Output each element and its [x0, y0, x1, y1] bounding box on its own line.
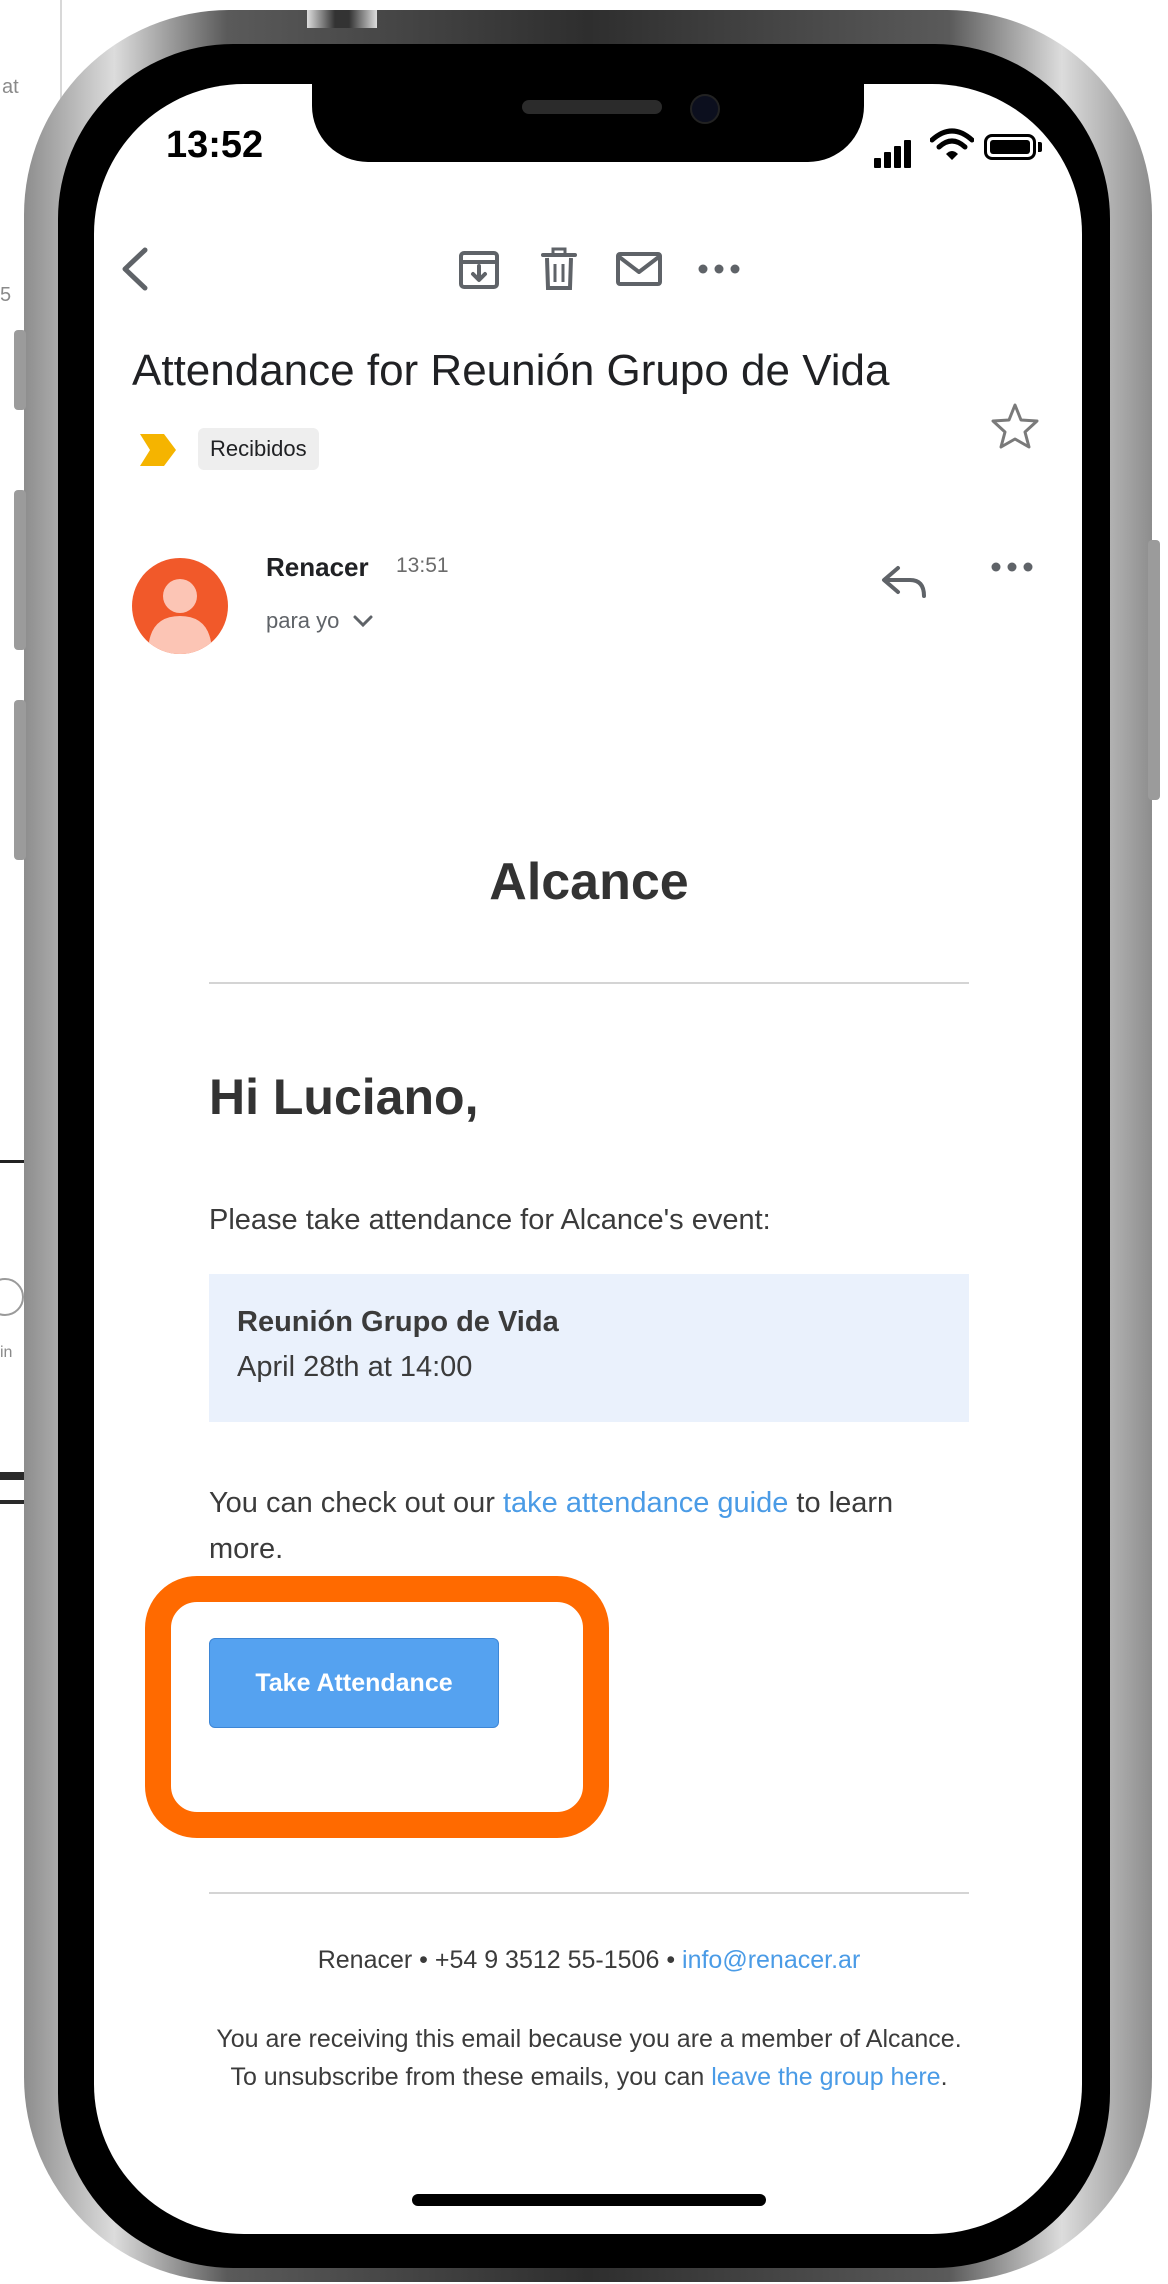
status-icons	[874, 128, 1054, 168]
sent-time: 13:51	[396, 554, 449, 577]
phone-volume-down-button	[14, 700, 26, 860]
recipient-toggle[interactable]: para yo	[266, 608, 374, 634]
archive-icon	[459, 251, 499, 289]
camera	[690, 94, 720, 124]
avatar-person-icon	[148, 579, 212, 654]
phone-power-button	[1148, 540, 1160, 800]
highlight-annotation	[145, 1576, 609, 1838]
attendance-guide-link[interactable]: take attendance guide	[503, 1487, 788, 1519]
footer-contact-text: Renacer • +54 9 3512 55-1506 •	[317, 1946, 683, 1974]
event-card: Reunión Grupo de Vida April 28th at 14:0…	[209, 1274, 969, 1422]
battery-icon	[984, 134, 1036, 160]
leave-group-link[interactable]: leave the group here	[711, 2063, 940, 2091]
avatar[interactable]	[132, 558, 228, 654]
mark-unread-button[interactable]	[604, 234, 674, 304]
footer-email-link[interactable]: info@renacer.ar	[682, 1946, 860, 1974]
delete-button[interactable]	[524, 234, 594, 304]
back-icon	[122, 247, 148, 291]
battery-tip	[1038, 142, 1042, 152]
reply-button[interactable]	[880, 562, 928, 607]
back-button[interactable]	[100, 234, 170, 304]
notch	[312, 84, 864, 162]
more-options-button[interactable]	[684, 234, 754, 304]
trash-icon	[541, 247, 577, 290]
inbox-label-chip[interactable]: Recibidos	[198, 428, 319, 470]
email-subject: Attendance for Reunión Grupo de Vida	[132, 346, 890, 395]
sender-more-button[interactable]	[990, 560, 1034, 578]
star-button[interactable]	[990, 402, 1040, 455]
brand-heading: Alcance	[489, 853, 689, 911]
footer-note-suffix: .	[940, 2063, 948, 2091]
more-icon	[991, 562, 1033, 572]
wifi-icon	[930, 128, 974, 160]
phone-volume-up-button	[14, 490, 26, 650]
guide-prefix: You can check out our	[209, 1487, 503, 1519]
footer-note: You are receiving this email because you…	[209, 2020, 969, 2096]
greeting: Hi Luciano,	[209, 1069, 479, 1125]
background-circle-icon	[0, 1278, 24, 1316]
mail-icon	[616, 252, 662, 286]
more-icon	[698, 264, 740, 274]
divider	[209, 982, 969, 984]
footer-contact: Renacer • +54 9 3512 55-1506 • info@rena…	[209, 1946, 969, 1975]
star-icon	[991, 403, 1039, 449]
phone-screen: 13:52 Attendance for Reunión Grupo de Vi…	[94, 84, 1082, 2234]
background-text-fragment: in	[0, 1344, 13, 1361]
guide-text: You can check out our take attendance gu…	[209, 1480, 969, 1572]
divider	[209, 1892, 969, 1894]
reply-icon	[882, 566, 926, 598]
phone-top-stub	[307, 10, 377, 28]
intro-text: Please take attendance for Alcance's eve…	[209, 1204, 771, 1236]
event-name: Reunión Grupo de Vida	[237, 1306, 559, 1338]
archive-button[interactable]	[444, 234, 514, 304]
event-date: April 28th at 14:00	[237, 1351, 473, 1383]
background-text-fragment: at	[2, 76, 19, 98]
background-text-fragment: 5	[0, 284, 12, 306]
recipient-label: para yo	[266, 608, 340, 633]
label-chevron-icon	[140, 434, 176, 466]
sender-name: Renacer	[266, 552, 369, 582]
home-indicator[interactable]	[412, 2194, 766, 2206]
status-time: 13:52	[166, 124, 264, 166]
phone-silent-switch	[14, 330, 26, 410]
chevron-down-icon	[353, 615, 373, 628]
speaker	[522, 100, 662, 114]
email-toolbar	[94, 234, 1082, 314]
